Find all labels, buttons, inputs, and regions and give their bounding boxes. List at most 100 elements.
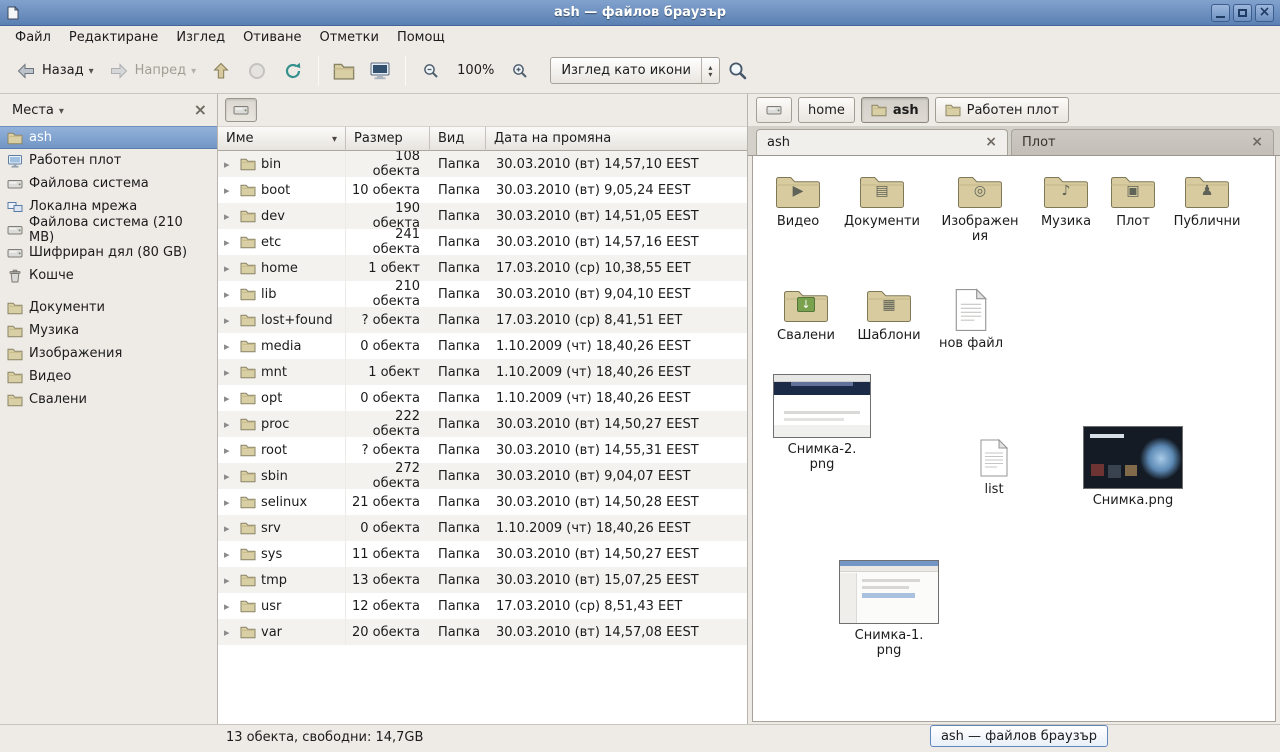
icon-view-item[interactable]: ▦Шаблони (849, 286, 929, 343)
expander-icon[interactable] (224, 209, 235, 224)
table-row[interactable]: home1 обектПапка17.03.2010 (ср) 10,38,55… (218, 255, 747, 281)
table-row[interactable]: boot10 обектаПапка30.03.2010 (вт) 9,05,2… (218, 177, 747, 203)
table-row[interactable]: lost+found? обектаПапка17.03.2010 (ср) 8… (218, 307, 747, 333)
icon-view-item[interactable]: ▣Плот (1097, 172, 1169, 229)
stop-button[interactable] (239, 54, 275, 88)
icon-view-item[interactable]: ♟Публични (1165, 172, 1249, 229)
table-row[interactable]: srv0 обектаПапка1.10.2009 (чт) 18,40,26 … (218, 515, 747, 541)
back-button[interactable]: Назад (8, 54, 101, 88)
sidebar-close-button[interactable] (194, 102, 207, 119)
column-header[interactable]: Размер (346, 126, 430, 151)
column-header[interactable]: Име (218, 126, 346, 151)
tab-close-button[interactable] (985, 135, 997, 150)
sidebar-item[interactable]: Шифриран дял (80 GB) (0, 241, 217, 264)
reload-button[interactable] (275, 54, 311, 88)
sidebar-item[interactable]: Изображения (0, 342, 217, 365)
sidebar-item[interactable]: ash (0, 126, 217, 149)
table-row[interactable]: lib210 обектаПапка30.03.2010 (вт) 9,04,1… (218, 281, 747, 307)
path-button[interactable]: home (798, 97, 855, 123)
root-path-button[interactable] (225, 98, 257, 122)
chevron-down-icon[interactable] (89, 63, 94, 78)
table-row[interactable]: sbin272 обектаПапка30.03.2010 (вт) 9,04,… (218, 463, 747, 489)
path-button[interactable]: ash (861, 97, 929, 123)
expander-icon[interactable] (224, 417, 235, 432)
tab[interactable]: ash (756, 129, 1008, 155)
sidebar-item[interactable]: Работен плот (0, 149, 217, 172)
view-mode-select[interactable]: Изглед като икони (550, 57, 720, 84)
table-row[interactable]: dev190 обектаПапка30.03.2010 (вт) 14,51,… (218, 203, 747, 229)
sidebar-item[interactable]: Музика (0, 319, 217, 342)
up-button[interactable] (203, 54, 239, 88)
icon-view-item[interactable]: ♪Музика (1025, 172, 1107, 229)
tab-close-button[interactable] (1251, 135, 1263, 150)
icon-view-item[interactable]: Снимка-2. png (773, 374, 871, 472)
icon-view-item[interactable]: ▤Документи (841, 172, 923, 229)
expander-icon[interactable] (224, 235, 235, 250)
menu-item[interactable]: Файл (6, 28, 60, 47)
spinner-arrows-icon[interactable] (701, 58, 719, 83)
table-row[interactable]: media0 обектаПапка1.10.2009 (чт) 18,40,2… (218, 333, 747, 359)
sidebar-item[interactable]: Файлова система (0, 172, 217, 195)
menu-item[interactable]: Отметки (310, 28, 387, 47)
expander-icon[interactable] (224, 287, 235, 302)
expander-icon[interactable] (224, 469, 235, 484)
table-row[interactable]: usr12 обектаПапка17.03.2010 (ср) 8,51,43… (218, 593, 747, 619)
places-selector[interactable]: Места (8, 101, 68, 120)
expander-icon[interactable] (224, 339, 235, 354)
expander-icon[interactable] (224, 261, 235, 276)
tab[interactable]: Плот (1011, 129, 1274, 155)
expander-icon[interactable] (224, 521, 235, 536)
icon-view[interactable]: ▶Видео▤Документи◎Изображен ия♪Музика▣Пло… (752, 156, 1276, 722)
sidebar-item[interactable]: Файлова система (210 MB) (0, 218, 217, 241)
expander-icon[interactable] (224, 495, 235, 510)
menu-item[interactable]: Изглед (167, 28, 234, 47)
column-header[interactable]: Вид (430, 126, 486, 151)
icon-view-item[interactable]: ↓Свалени (767, 286, 845, 343)
expander-icon[interactable] (224, 313, 235, 328)
icon-view-item[interactable]: ◎Изображен ия (935, 172, 1025, 244)
table-row[interactable]: var20 обектаПапка30.03.2010 (вт) 14,57,0… (218, 619, 747, 645)
sidebar-item[interactable]: Кошче (0, 264, 217, 287)
column-header[interactable]: Дата на промяна (486, 126, 747, 151)
expander-icon[interactable] (224, 183, 235, 198)
table-row[interactable]: etc241 обектаПапка30.03.2010 (вт) 14,57,… (218, 229, 747, 255)
search-button[interactable] (720, 54, 756, 88)
icon-view-item[interactable]: ▶Видео (759, 172, 837, 229)
minimize-button[interactable] (1211, 4, 1230, 22)
expander-icon[interactable] (224, 365, 235, 380)
zoom-out-button[interactable] (413, 54, 449, 88)
zoom-in-button[interactable] (502, 54, 538, 88)
expander-icon[interactable] (224, 157, 235, 172)
menu-item[interactable]: Отиване (234, 28, 310, 47)
expander-icon[interactable] (224, 443, 235, 458)
table-row[interactable]: proc222 обектаПапка30.03.2010 (вт) 14,50… (218, 411, 747, 437)
menu-item[interactable]: Помощ (388, 28, 454, 47)
computer-button[interactable] (362, 54, 398, 88)
sidebar-item[interactable]: Документи (0, 296, 217, 319)
expander-icon[interactable] (224, 625, 235, 640)
icon-view-item[interactable]: Снимка-1. png (839, 560, 939, 658)
table-row[interactable]: root? обектаПапка30.03.2010 (вт) 14,55,3… (218, 437, 747, 463)
taskbar-window-button[interactable]: ash — файлов браузър (930, 725, 1108, 747)
close-button[interactable] (1255, 4, 1274, 22)
sidebar-item[interactable]: Видео (0, 365, 217, 388)
expander-icon[interactable] (224, 547, 235, 562)
table-row[interactable]: opt0 обектаПапка1.10.2009 (чт) 18,40,26 … (218, 385, 747, 411)
expander-icon[interactable] (224, 573, 235, 588)
table-row[interactable]: tmp13 обектаПапка30.03.2010 (вт) 15,07,2… (218, 567, 747, 593)
expander-icon[interactable] (224, 599, 235, 614)
icon-view-item[interactable]: Снимка.png (1083, 426, 1183, 508)
sidebar-item[interactable]: Свалени (0, 388, 217, 411)
table-row[interactable]: bin108 обектаПапка30.03.2010 (вт) 14,57,… (218, 151, 747, 177)
table-row[interactable]: selinux21 обектаПапка30.03.2010 (вт) 14,… (218, 489, 747, 515)
icon-view-item[interactable]: нов файл (933, 288, 1009, 351)
path-button[interactable]: Работен плот (935, 97, 1069, 123)
table-row[interactable]: mnt1 обектПапка1.10.2009 (чт) 18,40,26 E… (218, 359, 747, 385)
icon-view-item[interactable]: list (965, 438, 1023, 497)
menu-item[interactable]: Редактиране (60, 28, 167, 47)
path-button[interactable] (756, 97, 792, 123)
forward-button[interactable]: Напред (101, 54, 204, 88)
home-folder-button[interactable] (326, 54, 362, 88)
expander-icon[interactable] (224, 391, 235, 406)
table-row[interactable]: sys11 обектаПапка30.03.2010 (вт) 14,50,2… (218, 541, 747, 567)
